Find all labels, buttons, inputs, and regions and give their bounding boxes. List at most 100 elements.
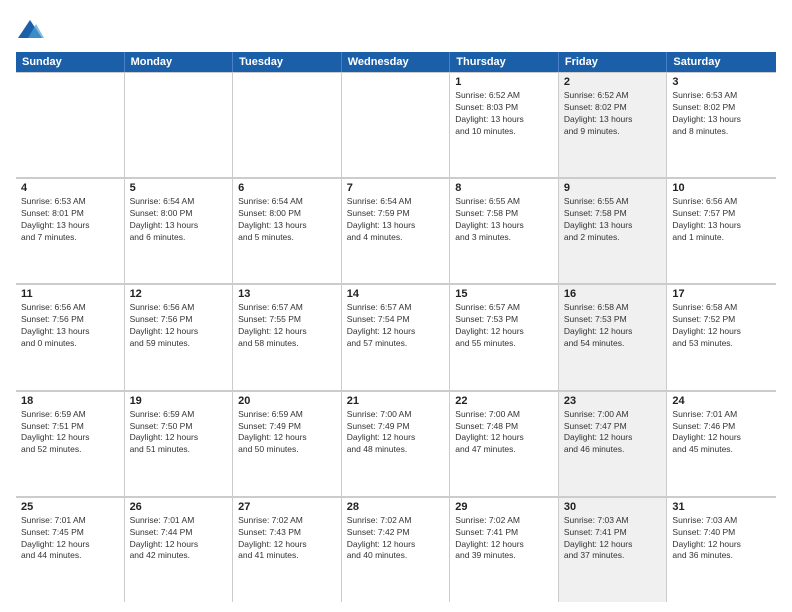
day-number: 3 (672, 76, 771, 88)
day-number: 29 (455, 501, 553, 513)
weekday-header-sunday: Sunday (16, 52, 125, 72)
cal-cell: 7 Sunrise: 6:54 AM Sunset: 7:59 PM Daylig… (342, 178, 451, 283)
cal-cell: 29Sunrise: 7:02 AM Sunset: 7:41 PM Dayli… (450, 497, 559, 602)
cell-info: Sunrise: 6:52 AM Sunset: 8:02 PM Dayligh… (564, 90, 662, 138)
day-number: 28 (347, 501, 445, 513)
cell-info: Sunrise: 7:00 AM Sunset: 7:47 PM Dayligh… (564, 409, 662, 457)
cell-info: Sunrise: 7:00 AM Sunset: 7:49 PM Dayligh… (347, 409, 445, 457)
day-number: 26 (130, 501, 228, 513)
cell-info: Sunrise: 7:00 AM Sunset: 7:48 PM Dayligh… (455, 409, 553, 457)
day-number: 7 (347, 182, 445, 194)
cell-info: Sunrise: 6:55 AM Sunset: 7:58 PM Dayligh… (455, 196, 553, 244)
cell-info: Sunrise: 7:01 AM Sunset: 7:45 PM Dayligh… (21, 515, 119, 563)
cal-cell (16, 72, 125, 177)
cal-cell: 31 Sunrise: 7:03 AM Sunset: 7:40 PM Dayli… (667, 497, 776, 602)
day-number: 22 (455, 395, 553, 407)
day-number: 15 (455, 288, 553, 300)
cal-cell: 1 Sunrise: 6:52 AM Sunset: 8:03 PM Daylig… (450, 72, 559, 177)
day-number: 18 (21, 395, 119, 407)
cell-info: Sunrise: 6:54 AM Sunset: 8:00 PM Dayligh… (130, 196, 228, 244)
cal-cell (233, 72, 342, 177)
cal-cell: 12 Sunrise: 6:56 AM Sunset: 7:56 PM Dayli… (125, 284, 234, 389)
cell-info: Sunrise: 7:02 AM Sunset: 7:42 PM Dayligh… (347, 515, 445, 563)
cal-cell: 13 Sunrise: 6:57 AM Sunset: 7:55 PM Dayli… (233, 284, 342, 389)
cal-cell: 3Sunrise: 6:53 AM Sunset: 8:02 PM Daylig… (667, 72, 776, 177)
cell-info: Sunrise: 6:53 AM Sunset: 8:01 PM Dayligh… (21, 196, 119, 244)
calendar: SundayMondayTuesdayWednesdayThursdayFrid… (16, 52, 776, 602)
logo (16, 16, 48, 44)
cell-info: Sunrise: 6:59 AM Sunset: 7:50 PM Dayligh… (130, 409, 228, 457)
cell-info: Sunrise: 6:52 AM Sunset: 8:03 PM Dayligh… (455, 90, 553, 138)
day-number: 20 (238, 395, 336, 407)
day-number: 2 (564, 76, 662, 88)
cal-cell: 25 Sunrise: 7:01 AM Sunset: 7:45 PM Dayli… (16, 497, 125, 602)
cal-cell: 8 Sunrise: 6:55 AM Sunset: 7:58 PM Daylig… (450, 178, 559, 283)
day-number: 30 (564, 501, 662, 513)
calendar-row-0: 1 Sunrise: 6:52 AM Sunset: 8:03 PM Daylig… (16, 72, 776, 178)
cell-info: Sunrise: 6:56 AM Sunset: 7:56 PM Dayligh… (130, 302, 228, 350)
calendar-header: SundayMondayTuesdayWednesdayThursdayFrid… (16, 52, 776, 72)
cell-info: Sunrise: 6:55 AM Sunset: 7:58 PM Dayligh… (564, 196, 662, 244)
cell-info: Sunrise: 7:01 AM Sunset: 7:46 PM Dayligh… (672, 409, 771, 457)
cell-info: Sunrise: 7:02 AM Sunset: 7:43 PM Dayligh… (238, 515, 336, 563)
day-number: 17 (672, 288, 771, 300)
cal-cell: 9 Sunrise: 6:55 AM Sunset: 7:58 PM Daylig… (559, 178, 668, 283)
cell-info: Sunrise: 6:54 AM Sunset: 8:00 PM Dayligh… (238, 196, 336, 244)
cal-cell (125, 72, 234, 177)
day-number: 8 (455, 182, 553, 194)
day-number: 1 (455, 76, 553, 88)
cell-info: Sunrise: 7:01 AM Sunset: 7:44 PM Dayligh… (130, 515, 228, 563)
day-number: 4 (21, 182, 119, 194)
cell-info: Sunrise: 6:58 AM Sunset: 7:53 PM Dayligh… (564, 302, 662, 350)
day-number: 9 (564, 182, 662, 194)
cal-cell: 19 Sunrise: 6:59 AM Sunset: 7:50 PM Dayli… (125, 391, 234, 496)
cal-cell: 23 Sunrise: 7:00 AM Sunset: 7:47 PM Dayli… (559, 391, 668, 496)
cal-cell: 10 Sunrise: 6:56 AM Sunset: 7:57 PM Dayli… (667, 178, 776, 283)
cell-info: Sunrise: 7:03 AM Sunset: 7:40 PM Dayligh… (672, 515, 771, 563)
cal-cell: 16Sunrise: 6:58 AM Sunset: 7:53 PM Dayli… (559, 284, 668, 389)
calendar-row-4: 25 Sunrise: 7:01 AM Sunset: 7:45 PM Dayli… (16, 497, 776, 602)
day-number: 19 (130, 395, 228, 407)
weekday-header-monday: Monday (125, 52, 234, 72)
day-number: 5 (130, 182, 228, 194)
weekday-header-thursday: Thursday (450, 52, 559, 72)
cal-cell: 27 Sunrise: 7:02 AM Sunset: 7:43 PM Dayli… (233, 497, 342, 602)
cell-info: Sunrise: 6:59 AM Sunset: 7:51 PM Dayligh… (21, 409, 119, 457)
cell-info: Sunrise: 6:57 AM Sunset: 7:54 PM Dayligh… (347, 302, 445, 350)
day-number: 23 (564, 395, 662, 407)
weekday-header-saturday: Saturday (667, 52, 776, 72)
page: SundayMondayTuesdayWednesdayThursdayFrid… (0, 0, 792, 612)
day-number: 31 (672, 501, 771, 513)
cal-cell: 11 Sunrise: 6:56 AM Sunset: 7:56 PM Dayli… (16, 284, 125, 389)
day-number: 10 (672, 182, 771, 194)
cal-cell: 5 Sunrise: 6:54 AM Sunset: 8:00 PM Daylig… (125, 178, 234, 283)
day-number: 21 (347, 395, 445, 407)
cal-cell: 2 Sunrise: 6:52 AM Sunset: 8:02 PM Daylig… (559, 72, 668, 177)
cell-info: Sunrise: 6:56 AM Sunset: 7:57 PM Dayligh… (672, 196, 771, 244)
cell-info: Sunrise: 7:03 AM Sunset: 7:41 PM Dayligh… (564, 515, 662, 563)
day-number: 6 (238, 182, 336, 194)
day-number: 27 (238, 501, 336, 513)
cal-cell: 26 Sunrise: 7:01 AM Sunset: 7:44 PM Dayli… (125, 497, 234, 602)
cal-cell: 6 Sunrise: 6:54 AM Sunset: 8:00 PM Daylig… (233, 178, 342, 283)
cal-cell: 4 Sunrise: 6:53 AM Sunset: 8:01 PM Daylig… (16, 178, 125, 283)
cal-cell: 20 Sunrise: 6:59 AM Sunset: 7:49 PM Dayli… (233, 391, 342, 496)
cell-info: Sunrise: 6:56 AM Sunset: 7:56 PM Dayligh… (21, 302, 119, 350)
cell-info: Sunrise: 6:57 AM Sunset: 7:53 PM Dayligh… (455, 302, 553, 350)
day-number: 12 (130, 288, 228, 300)
weekday-header-wednesday: Wednesday (342, 52, 451, 72)
calendar-body: 1 Sunrise: 6:52 AM Sunset: 8:03 PM Daylig… (16, 72, 776, 602)
day-number: 25 (21, 501, 119, 513)
cal-cell: 18 Sunrise: 6:59 AM Sunset: 7:51 PM Dayli… (16, 391, 125, 496)
cal-cell: 22 Sunrise: 7:00 AM Sunset: 7:48 PM Dayli… (450, 391, 559, 496)
cell-info: Sunrise: 6:58 AM Sunset: 7:52 PM Dayligh… (672, 302, 771, 350)
cal-cell: 24Sunrise: 7:01 AM Sunset: 7:46 PM Dayli… (667, 391, 776, 496)
cell-info: Sunrise: 6:54 AM Sunset: 7:59 PM Dayligh… (347, 196, 445, 244)
day-number: 14 (347, 288, 445, 300)
day-number: 13 (238, 288, 336, 300)
cal-cell (342, 72, 451, 177)
cell-info: Sunrise: 6:57 AM Sunset: 7:55 PM Dayligh… (238, 302, 336, 350)
day-number: 11 (21, 288, 119, 300)
cell-info: Sunrise: 6:59 AM Sunset: 7:49 PM Dayligh… (238, 409, 336, 457)
cal-cell: 28 Sunrise: 7:02 AM Sunset: 7:42 PM Dayli… (342, 497, 451, 602)
